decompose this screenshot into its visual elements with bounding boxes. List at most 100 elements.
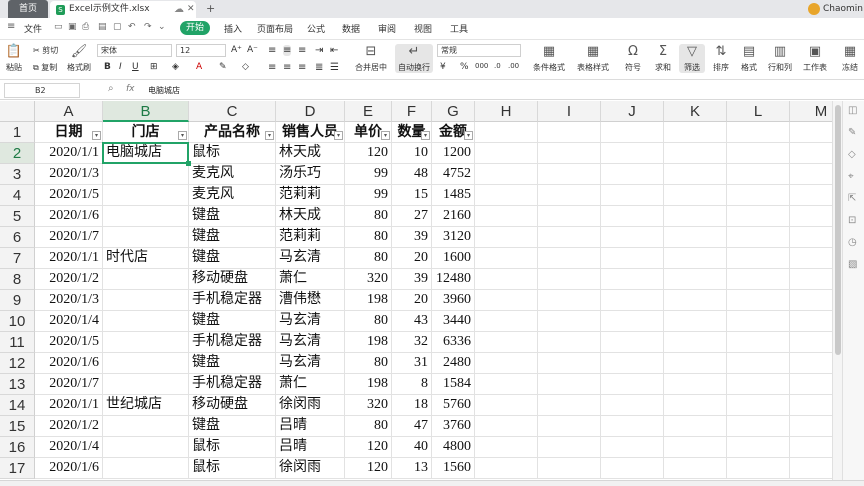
table-cell[interactable]: 键盘 xyxy=(189,416,276,437)
table-cell[interactable] xyxy=(601,416,664,437)
print-icon[interactable]: ⎙ xyxy=(82,22,89,32)
font-size-select[interactable]: 12 xyxy=(176,44,226,57)
table-cell[interactable] xyxy=(103,164,189,185)
table-cell[interactable] xyxy=(790,458,832,479)
table-cell[interactable] xyxy=(538,185,601,206)
table-cell[interactable] xyxy=(475,227,538,248)
table-cell[interactable]: 198 xyxy=(345,374,392,395)
row-header-7[interactable]: 7 xyxy=(0,248,35,269)
table-cell[interactable]: 2020/1/7 xyxy=(35,227,103,248)
table-cell[interactable]: 80 xyxy=(345,416,392,437)
filter-dropdown-icon[interactable]: ▾ xyxy=(421,131,430,140)
table-cell[interactable] xyxy=(475,395,538,416)
align-bottom-icon[interactable]: ≡ xyxy=(298,45,306,56)
table-cell[interactable] xyxy=(538,374,601,395)
table-cell[interactable] xyxy=(601,353,664,374)
outdent-icon[interactable]: ⇤ xyxy=(330,45,338,56)
tab-home[interactable]: 首页 xyxy=(8,0,48,18)
table-cell[interactable] xyxy=(727,290,790,311)
select-icon[interactable]: ⇱ xyxy=(848,193,856,204)
border-icon[interactable]: ⊞ xyxy=(150,62,158,72)
table-cell[interactable] xyxy=(103,416,189,437)
header-cell[interactable] xyxy=(475,122,538,143)
export-icon[interactable]: ▢ xyxy=(113,22,122,32)
table-cell[interactable]: 47 xyxy=(392,416,432,437)
table-cell[interactable] xyxy=(538,248,601,269)
font-color-icon[interactable]: A xyxy=(196,62,202,72)
table-cell[interactable]: 2480 xyxy=(432,353,475,374)
table-cell[interactable] xyxy=(601,248,664,269)
menu-insert[interactable]: 插入 xyxy=(224,22,242,35)
column-header-f[interactable]: F xyxy=(392,101,432,122)
fill-handle[interactable] xyxy=(186,161,191,166)
table-cell[interactable] xyxy=(727,164,790,185)
table-cell[interactable]: 6336 xyxy=(432,332,475,353)
name-box[interactable]: B2 xyxy=(4,83,80,98)
table-cell[interactable]: 2020/1/1 xyxy=(35,395,103,416)
table-cell[interactable]: 麦克风 xyxy=(189,164,276,185)
header-cell[interactable] xyxy=(538,122,601,143)
table-cell[interactable]: 手机稳定器 xyxy=(189,290,276,311)
table-cell[interactable]: 林天成 xyxy=(276,143,345,164)
table-cell[interactable] xyxy=(601,458,664,479)
column-header-e[interactable]: E xyxy=(345,101,392,122)
table-cell[interactable] xyxy=(103,353,189,374)
table-cell[interactable]: 鼠标 xyxy=(189,458,276,479)
table-cell[interactable] xyxy=(664,416,727,437)
table-cell[interactable]: 2020/1/3 xyxy=(35,290,103,311)
table-cell[interactable]: 1485 xyxy=(432,185,475,206)
redo-icon[interactable]: ↷ xyxy=(144,22,152,32)
table-cell[interactable]: 吕晴 xyxy=(276,416,345,437)
table-cell[interactable] xyxy=(601,164,664,185)
row-header-6[interactable]: 6 xyxy=(0,227,35,248)
table-cell[interactable] xyxy=(475,290,538,311)
header-cell[interactable]: 数量 ▾ xyxy=(392,122,432,143)
table-cell[interactable]: 80 xyxy=(345,248,392,269)
table-cell[interactable] xyxy=(601,395,664,416)
table-cell[interactable]: 2020/1/3 xyxy=(35,164,103,185)
table-cell[interactable] xyxy=(790,143,832,164)
table-cell[interactable]: 120 xyxy=(345,458,392,479)
row-header-12[interactable]: 12 xyxy=(0,353,35,374)
table-cell[interactable] xyxy=(664,290,727,311)
table-cell[interactable] xyxy=(727,185,790,206)
table-cell[interactable] xyxy=(664,353,727,374)
merge-center-button[interactable]: ⊟ 合并居中 xyxy=(353,44,389,73)
table-cell[interactable]: 27 xyxy=(392,206,432,227)
table-cell[interactable] xyxy=(538,437,601,458)
table-cell[interactable]: 鼠标 xyxy=(189,437,276,458)
table-style-button[interactable]: ▦ 表格样式 xyxy=(575,44,611,73)
table-cell[interactable] xyxy=(475,248,538,269)
table-cell[interactable] xyxy=(727,269,790,290)
table-cell[interactable]: 漕伟懋 xyxy=(276,290,345,311)
table-cell[interactable]: 99 xyxy=(345,164,392,185)
table-cell[interactable]: 键盘 xyxy=(189,353,276,374)
row-header-5[interactable]: 5 xyxy=(0,206,35,227)
table-cell[interactable]: 移动硬盘 xyxy=(189,269,276,290)
menu-page-layout[interactable]: 页面布局 xyxy=(257,22,293,35)
column-header-i[interactable]: I xyxy=(538,101,601,122)
table-cell[interactable]: 80 xyxy=(345,227,392,248)
header-cell[interactable]: 销售人员 ▾ xyxy=(276,122,345,143)
formula-input[interactable]: 电脑城店 xyxy=(148,85,180,96)
table-cell[interactable]: 4752 xyxy=(432,164,475,185)
table-cell[interactable] xyxy=(790,269,832,290)
table-cell[interactable] xyxy=(475,332,538,353)
table-cell[interactable]: 40 xyxy=(392,437,432,458)
row-header-11[interactable]: 11 xyxy=(0,332,35,353)
table-cell[interactable]: 2020/1/6 xyxy=(35,206,103,227)
table-cell[interactable]: 99 xyxy=(345,185,392,206)
menu-data[interactable]: 数据 xyxy=(342,22,360,35)
table-cell[interactable] xyxy=(475,164,538,185)
table-cell[interactable]: 2020/1/1 xyxy=(35,248,103,269)
table-cell[interactable]: 120 xyxy=(345,143,392,164)
column-header-k[interactable]: K xyxy=(664,101,727,122)
table-cell[interactable] xyxy=(664,332,727,353)
table-cell[interactable] xyxy=(790,353,832,374)
table-cell[interactable]: 林天成 xyxy=(276,206,345,227)
table-cell[interactable] xyxy=(103,458,189,479)
image-icon[interactable]: ▧ xyxy=(848,259,857,270)
table-cell[interactable] xyxy=(790,311,832,332)
table-cell[interactable] xyxy=(664,206,727,227)
history-icon[interactable]: ◷ xyxy=(848,237,857,248)
